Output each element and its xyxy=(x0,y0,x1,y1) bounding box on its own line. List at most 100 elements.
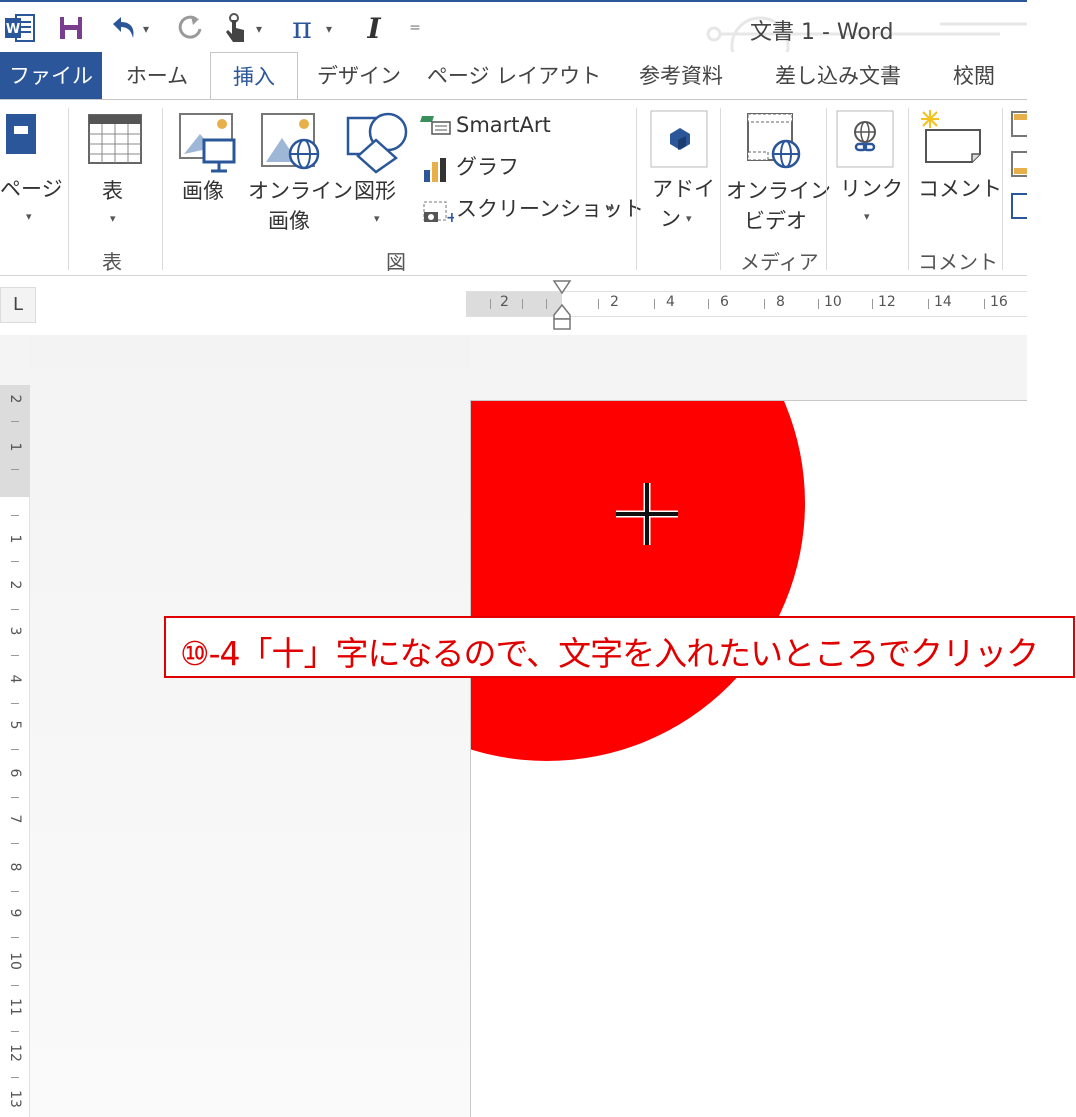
ruler-area: L 2 2 4 6 8 10 12 14 16 xyxy=(0,277,1027,335)
screenshot-button[interactable]: + スクリーンショット ▾ xyxy=(418,194,644,228)
ruler-number: 12 xyxy=(7,1044,23,1062)
undo-icon[interactable] xyxy=(106,10,140,46)
customize-qat-icon[interactable]: = xyxy=(404,10,426,46)
ruler-tick xyxy=(984,299,985,309)
group-separator xyxy=(1002,108,1003,270)
ruler-number: 1 xyxy=(7,442,23,452)
ruler-tick xyxy=(11,421,19,422)
tab-file[interactable]: ファイル xyxy=(0,52,102,100)
ruler-tick xyxy=(11,561,19,562)
chart-label: グラフ xyxy=(456,155,519,179)
tab-home[interactable]: ホーム xyxy=(116,52,198,100)
svg-text:+: + xyxy=(446,210,454,224)
ruler-number: 14 xyxy=(934,294,952,310)
vertical-ruler[interactable]: 2 1 1 2 3 4 5 6 7 8 9 10 11 12 13 xyxy=(0,385,30,1117)
ruler-number: 7 xyxy=(7,814,23,824)
touch-mode-icon[interactable] xyxy=(218,10,252,46)
ruler-number: 8 xyxy=(7,862,23,872)
addins-label-2: ン xyxy=(660,207,681,231)
tab-mailings[interactable]: 差し込み文書 xyxy=(760,52,916,100)
italic-icon[interactable]: I xyxy=(360,10,388,46)
screenshot-label: スクリーンショット xyxy=(456,197,644,221)
tab-review[interactable]: 校閲 xyxy=(934,52,1014,100)
ruler-number: 6 xyxy=(7,768,23,778)
red-circle-shape[interactable] xyxy=(471,401,1027,1117)
ruler-number: 16 xyxy=(990,294,1008,310)
indent-marker-icon[interactable] xyxy=(552,279,572,331)
addins-label-1: アドイ xyxy=(652,177,715,201)
smartart-button[interactable]: SmartArt xyxy=(418,110,588,144)
undo-dropdown-icon[interactable]: ▾ xyxy=(143,22,149,36)
touch-dropdown-icon[interactable]: ▾ xyxy=(256,22,262,36)
picture-icon xyxy=(179,113,236,173)
online-picture-label-1: オンライン xyxy=(248,179,353,203)
ruler-tick xyxy=(654,299,655,309)
group-label-media: メディア xyxy=(740,250,819,274)
document-page[interactable] xyxy=(470,400,1027,1117)
ruler-tick xyxy=(11,515,19,516)
pages-button[interactable] xyxy=(0,106,64,238)
equation-pi-icon[interactable]: π xyxy=(286,10,318,46)
table-dropdown-icon: ▾ xyxy=(110,212,116,225)
ruler-number: 9 xyxy=(7,908,23,918)
chart-button[interactable]: グラフ xyxy=(418,152,588,186)
addins-dropdown-icon: ▾ xyxy=(686,212,692,225)
redo-icon[interactable] xyxy=(174,10,208,46)
ruler-tick xyxy=(11,469,19,470)
ruler-number: 2 xyxy=(7,394,23,404)
ruler-tick xyxy=(928,299,929,309)
ruler-number: 8 xyxy=(776,294,785,310)
ribbon-tabs: ファイル ホーム 挿入 デザイン ページ レイアウト 参考資料 差し込み文書 校… xyxy=(0,52,1027,101)
group-separator xyxy=(636,108,637,270)
ruler-tick xyxy=(11,1077,19,1078)
ruler-tick xyxy=(11,891,19,892)
ruler-tick xyxy=(764,299,765,309)
ruler-number: 4 xyxy=(7,674,23,684)
save-icon[interactable] xyxy=(56,10,86,46)
tab-references[interactable]: 参考資料 xyxy=(622,52,740,100)
online-video-label-1: オンライン xyxy=(726,179,831,203)
comment-icon xyxy=(921,110,981,163)
pages-icon xyxy=(6,114,36,154)
comment-label: コメント xyxy=(918,177,1002,201)
ruler-tick xyxy=(11,655,19,656)
group-separator xyxy=(68,108,69,270)
tab-selector[interactable]: L xyxy=(0,287,36,323)
ruler-margin xyxy=(466,292,562,316)
ruler-number: 13 xyxy=(7,1090,23,1108)
ruler-number: 2 xyxy=(7,580,23,590)
smartart-icon xyxy=(420,116,451,135)
horizontal-ruler[interactable]: 2 2 4 6 8 10 12 14 16 xyxy=(466,291,1027,317)
instruction-callout: ⑩-4「十」字になるので、文字を入れたいところでクリック xyxy=(164,616,1075,678)
tab-page-layout[interactable]: ページ レイアウト xyxy=(424,52,604,100)
ruler-number: 12 xyxy=(878,294,896,310)
title-bar: W ▾ ▾ π ▾ I = 文書 1 - Word xyxy=(0,0,1027,52)
tab-insert[interactable]: 挿入 xyxy=(210,52,298,101)
links-icon xyxy=(836,110,894,168)
pages-label: ページ xyxy=(0,177,63,201)
ruler-number: 1 xyxy=(7,534,23,544)
pages-dropdown-icon: ▾ xyxy=(26,210,32,223)
picture-label: 画像 xyxy=(182,179,224,203)
table-icon xyxy=(88,114,142,164)
comment-button[interactable] xyxy=(912,106,998,238)
svg-text:W: W xyxy=(6,22,20,37)
outside-window xyxy=(1027,0,1076,1117)
ruler-number: 3 xyxy=(7,626,23,636)
ruler-number: 2 xyxy=(610,294,619,310)
document-area: 2 1 1 2 3 4 5 6 7 8 9 10 11 12 13 xyxy=(0,335,1027,1117)
ruler-tick xyxy=(872,299,873,309)
table-label: 表 xyxy=(102,179,123,203)
crosshair-icon xyxy=(616,483,678,545)
shapes-dropdown-icon: ▾ xyxy=(374,212,380,225)
ruler-number: 11 xyxy=(7,998,23,1016)
tab-design[interactable]: デザイン xyxy=(310,52,408,100)
ruler-number: 5 xyxy=(7,720,23,730)
ribbon-insert: ページ ▾ 表 ▾ 表 画像 オンライン 画像 図形 ▾ SmartArt グラ… xyxy=(0,100,1027,276)
ruler-number: 6 xyxy=(720,294,729,310)
equation-dropdown-icon[interactable]: ▾ xyxy=(326,22,332,36)
shapes-icon xyxy=(346,112,408,174)
header-footer-icon[interactable] xyxy=(1010,110,1027,230)
ruler-tick xyxy=(546,299,547,309)
group-separator xyxy=(720,108,721,270)
